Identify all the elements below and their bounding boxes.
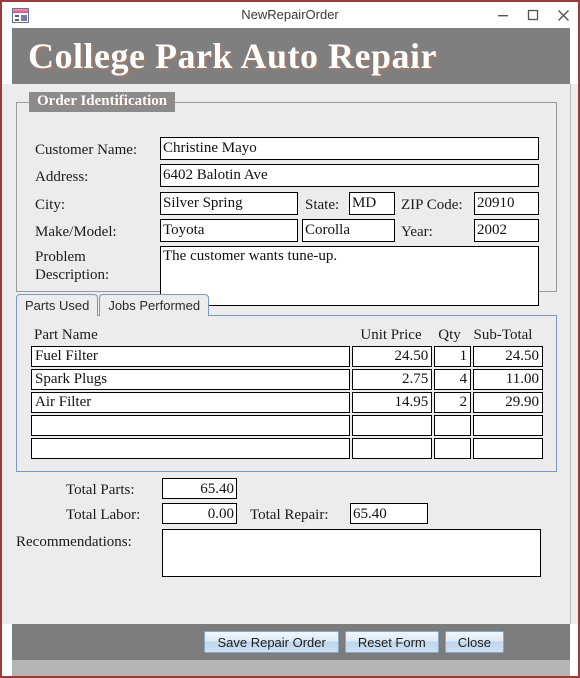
order-identification-group: Order Identification Customer Name: Chri… [16, 92, 557, 306]
cell-sub-total[interactable]: 24.50 [473, 346, 543, 367]
cell-part-name[interactable]: Spark Plugs [31, 369, 351, 390]
customer-name-input[interactable]: Christine Mayo [160, 137, 539, 160]
parts-used-panel: Part Name Unit Price Qty Sub-Total Fuel … [16, 315, 557, 472]
model-input[interactable]: Corolla [302, 219, 395, 242]
state-input[interactable]: MD [349, 192, 395, 215]
problem-label-line1: Problem [35, 249, 86, 265]
page-banner: College Park Auto Repair [12, 28, 570, 84]
tab-parts-used[interactable]: Parts Used [16, 294, 99, 317]
header-sub-total: Sub-Total [473, 326, 533, 343]
close-button[interactable] [548, 2, 578, 28]
city-input[interactable]: Silver Spring [160, 192, 298, 215]
cell-qty[interactable] [434, 438, 472, 459]
maximize-button[interactable] [518, 2, 548, 28]
totals-section: Total Parts: 65.40 Total Labor: 0.00 Tot… [2, 476, 578, 581]
make-input[interactable]: Toyota [160, 219, 298, 242]
tab-parts-used-label: Parts Used [25, 298, 90, 313]
table-row [31, 415, 543, 436]
parts-table: Part Name Unit Price Qty Sub-Total Fuel … [31, 324, 543, 461]
cell-unit-price[interactable]: 14.95 [352, 392, 433, 413]
header-part-name: Part Name [34, 326, 98, 343]
cell-unit-price[interactable] [352, 415, 433, 436]
cell-part-name[interactable]: Fuel Filter [31, 346, 351, 367]
problem-label-line2: Description: [35, 267, 110, 283]
year-label: Year: [401, 224, 433, 240]
table-row [31, 438, 543, 459]
cell-sub-total[interactable]: 11.00 [473, 369, 543, 390]
cell-qty[interactable] [434, 415, 472, 436]
zip-input[interactable]: 20910 [474, 192, 539, 215]
access-form-icon [12, 7, 29, 23]
tab-jobs-performed-label: Jobs Performed [108, 298, 201, 313]
address-input[interactable]: 6402 Balotin Ave [160, 164, 539, 187]
bottom-strip [12, 660, 570, 676]
state-label: State: [305, 197, 340, 213]
total-parts-label: Total Parts: [66, 482, 135, 498]
cell-unit-price[interactable] [352, 438, 433, 459]
address-label: Address: [35, 169, 89, 185]
table-row: Fuel Filter 24.50 1 24.50 [31, 346, 543, 367]
total-parts-value: 65.40 [162, 478, 237, 499]
city-label: City: [35, 197, 66, 213]
zip-label: ZIP Code: [401, 197, 463, 213]
cell-part-name[interactable] [31, 415, 351, 436]
customer-name-label: Customer Name: [35, 142, 138, 158]
tab-strip: Parts Used Jobs Performed [16, 294, 210, 317]
cell-qty[interactable]: 2 [434, 392, 472, 413]
window-controls [488, 2, 578, 28]
parts-jobs-tabs: Parts Used Jobs Performed Part Name Unit… [16, 294, 557, 472]
cell-qty[interactable]: 1 [434, 346, 472, 367]
total-repair-value: 65.40 [350, 503, 428, 524]
header-qty: Qty [438, 326, 461, 343]
cell-part-name[interactable] [31, 438, 351, 459]
form-body: Order Identification Customer Name: Chri… [2, 84, 578, 624]
total-labor-label: Total Labor: [66, 507, 141, 523]
page-title: College Park Auto Repair [28, 36, 437, 76]
cell-unit-price[interactable]: 24.50 [352, 346, 433, 367]
recommendations-label: Recommendations: [16, 534, 132, 550]
cell-unit-price[interactable]: 2.75 [352, 369, 433, 390]
recommendations-textarea[interactable] [162, 529, 541, 577]
close-button-footer[interactable]: Close [444, 631, 504, 653]
table-row: Air Filter 14.95 2 29.90 [31, 392, 543, 413]
title-bar: NewRepairOrder [2, 2, 578, 28]
reset-form-button[interactable]: Reset Form [344, 631, 439, 653]
cell-sub-total[interactable]: 29.90 [473, 392, 543, 413]
minimize-button[interactable] [488, 2, 518, 28]
cell-part-name[interactable]: Air Filter [31, 392, 351, 413]
order-identification-legend: Order Identification [29, 92, 176, 112]
year-input[interactable]: 2002 [474, 219, 539, 242]
table-row: Spark Plugs 2.75 4 11.00 [31, 369, 543, 390]
cell-sub-total[interactable] [473, 438, 543, 459]
total-labor-value: 0.00 [162, 503, 237, 524]
tab-jobs-performed[interactable]: Jobs Performed [99, 294, 210, 316]
header-unit-price: Unit Price [360, 326, 422, 343]
cell-sub-total[interactable] [473, 415, 543, 436]
total-repair-label: Total Repair: [250, 507, 329, 523]
parts-table-header: Part Name Unit Price Qty Sub-Total [31, 324, 543, 346]
application-window: NewRepairOrder College Park Auto Repair … [0, 0, 580, 678]
cell-qty[interactable]: 4 [434, 369, 472, 390]
save-repair-order-button[interactable]: Save Repair Order [204, 631, 339, 653]
make-model-label: Make/Model: [35, 224, 117, 240]
form-footer: Save Repair Order Reset Form Close [12, 624, 570, 660]
